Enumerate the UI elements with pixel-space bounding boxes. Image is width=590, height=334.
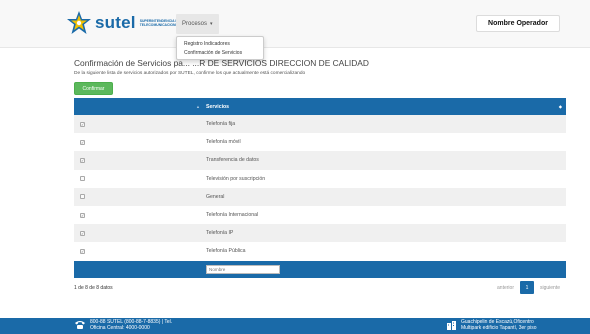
service-name: Telefonía Internacional <box>206 212 259 219</box>
footer-contact: 800-88 SUTEL (800-88-7-8835) | Tel. Ofic… <box>74 319 172 331</box>
pagination-prev[interactable]: anterior <box>497 285 514 291</box>
service-checkbox[interactable]: ✓ <box>80 248 85 254</box>
table-header: ▲ Servicios ◆ <box>74 98 566 115</box>
service-checkbox[interactable]: ✓ <box>80 139 85 145</box>
footer-address: Guachipelin de Escazú,Oficentro Multipar… <box>446 319 537 331</box>
name-filter-input[interactable] <box>206 264 280 274</box>
table-info: 1 de 8 de 8 datos <box>74 285 113 291</box>
procesos-menu-toggle[interactable]: Procesos ▾ <box>176 14 219 34</box>
confirm-button[interactable]: Confirmar <box>74 82 113 95</box>
service-checkbox[interactable]: ✓ <box>80 157 85 163</box>
sort-both-icon: ◆ <box>558 104 562 109</box>
row-select-cell: ✓ <box>74 139 202 145</box>
header-services[interactable]: Servicios <box>202 104 229 110</box>
table-body: ✓ Telefonía fija ✓ Telefonía móvil ✓ Transfer… <box>74 115 566 261</box>
footer-address-line2: Multipark edificio Tapantí, 3er piso <box>461 325 537 331</box>
row-select-cell: ✓ <box>74 121 202 127</box>
sutel-logo[interactable]: sutel SUPERINTENDENCIA DE TELECOMUNICACI… <box>66 10 180 36</box>
table-row[interactable]: Televisión por suscripción <box>74 169 566 188</box>
row-select-cell <box>74 194 202 200</box>
service-name: Televisión por suscripción <box>206 175 266 182</box>
caret-down-icon: ▾ <box>210 21 213 27</box>
procesos-dropdown: Registro Indicadores Confirmación de Ser… <box>176 36 264 61</box>
table-row[interactable]: ✓ Telefonía móvil <box>74 133 566 152</box>
sort-icon: ▲ <box>196 104 200 109</box>
service-name: Transferencia de datos <box>206 157 259 164</box>
pagination-next[interactable]: siguiente <box>540 285 560 291</box>
services-table: ▲ Servicios ◆ ✓ Telefonía fija ✓ Telefonía … <box>74 98 566 278</box>
table-row[interactable]: ✓ Telefonía Pública <box>74 242 566 261</box>
table-row[interactable]: ✓ Telefonía Internacional <box>74 205 566 225</box>
dropdown-item-registro-indicadores[interactable]: Registro Indicadores <box>177 39 263 48</box>
row-select-cell: ✓ <box>74 212 202 218</box>
user-menu-button[interactable]: Nombre Operador <box>476 15 560 32</box>
user-name-label: Nombre Operador <box>488 20 548 27</box>
row-select-cell: ✓ <box>74 230 202 236</box>
procesos-menu-label: Procesos <box>182 21 208 27</box>
row-select-cell: ✓ <box>74 248 202 254</box>
table-row[interactable]: ✓ Telefonía IP <box>74 224 566 243</box>
service-name: General <box>206 193 225 200</box>
service-name: Telefonía IP <box>206 230 234 237</box>
service-name: Telefonía móvil <box>206 139 241 146</box>
pagination: anterior 1 siguiente <box>497 281 560 294</box>
phone-icon <box>75 321 85 329</box>
service-name: Telefonía fija <box>206 121 236 128</box>
header-select-column[interactable]: ▲ <box>74 98 202 115</box>
table-row[interactable]: ✓ Transferencia de datos <box>74 151 566 170</box>
row-select-cell <box>74 176 202 182</box>
service-name: Telefonía Pública <box>206 248 246 255</box>
top-navbar: sutel SUPERINTENDENCIA DE TELECOMUNICACI… <box>0 0 590 48</box>
service-checkbox[interactable]: ✓ <box>80 121 85 127</box>
brand-wordmark: sutel <box>95 13 136 32</box>
table-row[interactable]: General <box>74 187 566 206</box>
sutel-star-icon <box>67 11 91 34</box>
page-instructions: De la siguiente lista de servicios autor… <box>74 71 306 76</box>
brand-subtitle: SUPERINTENDENCIA DE TELECOMUNICACIONES <box>140 19 180 27</box>
service-checkbox[interactable] <box>80 176 85 182</box>
building-icon <box>447 321 456 330</box>
page-footer: 800-88 SUTEL (800-88-7-8835) | Tel. Ofic… <box>0 318 590 334</box>
table-row[interactable]: ✓ Telefonía fija <box>74 115 566 134</box>
pagination-page-1[interactable]: 1 <box>519 281 534 294</box>
brand-subtitle-line2: TELECOMUNICACIONES <box>139 23 180 27</box>
table-footer <box>74 260 566 278</box>
row-select-cell: ✓ <box>74 157 202 163</box>
dropdown-item-confirmacion-servicios[interactable]: Confirmación de Servicios <box>177 48 263 57</box>
service-checkbox[interactable]: ✓ <box>80 212 85 218</box>
footer-phone-line2: Oficina Central: 4000-0000 <box>90 325 150 331</box>
service-checkbox[interactable] <box>80 194 85 200</box>
service-checkbox[interactable]: ✓ <box>80 230 85 236</box>
